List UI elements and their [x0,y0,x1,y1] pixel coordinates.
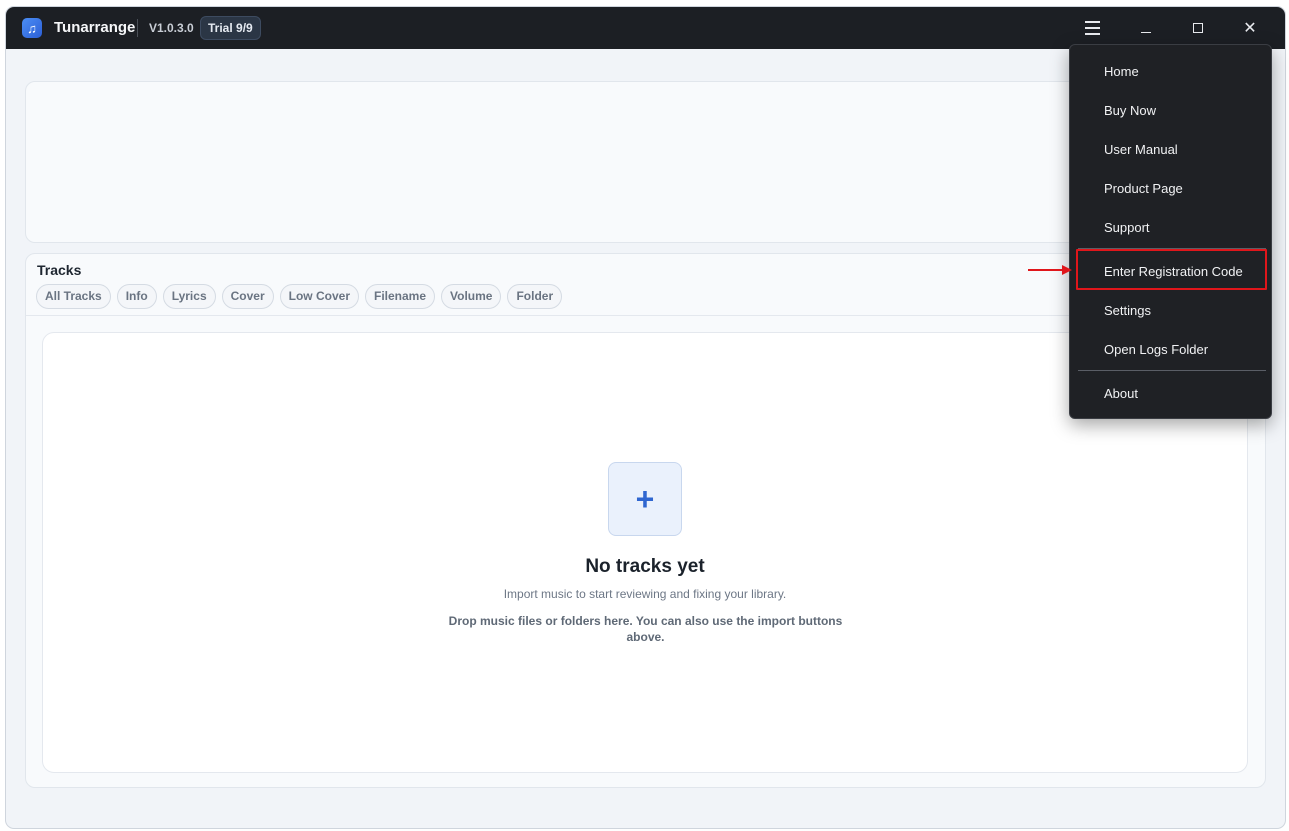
maximize-button[interactable] [1176,7,1220,49]
tracks-title: Tracks [37,262,82,278]
maximize-icon [1193,23,1203,33]
empty-state-subtitle: Import music to start reviewing and fixi… [503,587,787,601]
filter-all-tracks[interactable]: All Tracks [36,284,111,309]
minimize-icon [1141,31,1151,33]
hamburger-icon [1084,19,1100,37]
plus-icon: + [635,480,655,517]
trial-badge[interactable]: Trial 9/9 [200,16,261,40]
highlight-box [1076,249,1267,290]
music-note-icon: ♫ [22,18,42,38]
menu-item-user-manual[interactable]: User Manual [1070,136,1271,164]
close-icon: ✕ [1243,20,1257,37]
empty-state-title: No tracks yet [585,556,705,577]
version-label: V1.0.3.0 [149,21,194,35]
filter-info[interactable]: Info [116,284,157,309]
minimize-button[interactable] [1124,7,1168,49]
menu-item-support[interactable]: Support [1070,214,1271,242]
menu-item-product-page[interactable]: Product Page [1070,175,1271,203]
menu-item-buy-now[interactable]: Buy Now [1070,97,1271,125]
add-tracks-button[interactable]: + [608,462,682,536]
drop-zone[interactable]: + No tracks yet Import music to start re… [42,332,1248,773]
menu-item-open-logs-folder[interactable]: Open Logs Folder [1070,336,1271,364]
menu-item-about[interactable]: About [1070,380,1271,408]
filter-lyrics[interactable]: Lyrics [162,284,216,309]
menu-button[interactable] [1070,7,1114,49]
filter-filename[interactable]: Filename [364,284,436,309]
menu-item-settings[interactable]: Settings [1070,297,1271,325]
filter-tabs: All Tracks Info Lyrics Cover Low Cover F… [36,284,563,309]
app-title: Tunarrange [54,19,136,36]
menu-item-home[interactable]: Home [1070,58,1271,86]
app-menu: Home Buy Now User Manual Product Page Su… [1069,44,1272,419]
filter-cover[interactable]: Cover [221,284,274,309]
title-divider [137,19,138,37]
close-button[interactable]: ✕ [1228,7,1272,49]
menu-separator [1078,370,1266,371]
filter-volume[interactable]: Volume [441,284,502,309]
filter-folder[interactable]: Folder [507,284,563,309]
red-arrow-icon [1028,265,1072,275]
titlebar: ♫ Tunarrange V1.0.3.0 Trial 9/9 ✕ [6,7,1285,49]
filter-low-cover[interactable]: Low Cover [279,284,359,309]
empty-state-hint: Drop music files or folders here. You ca… [448,614,843,644]
